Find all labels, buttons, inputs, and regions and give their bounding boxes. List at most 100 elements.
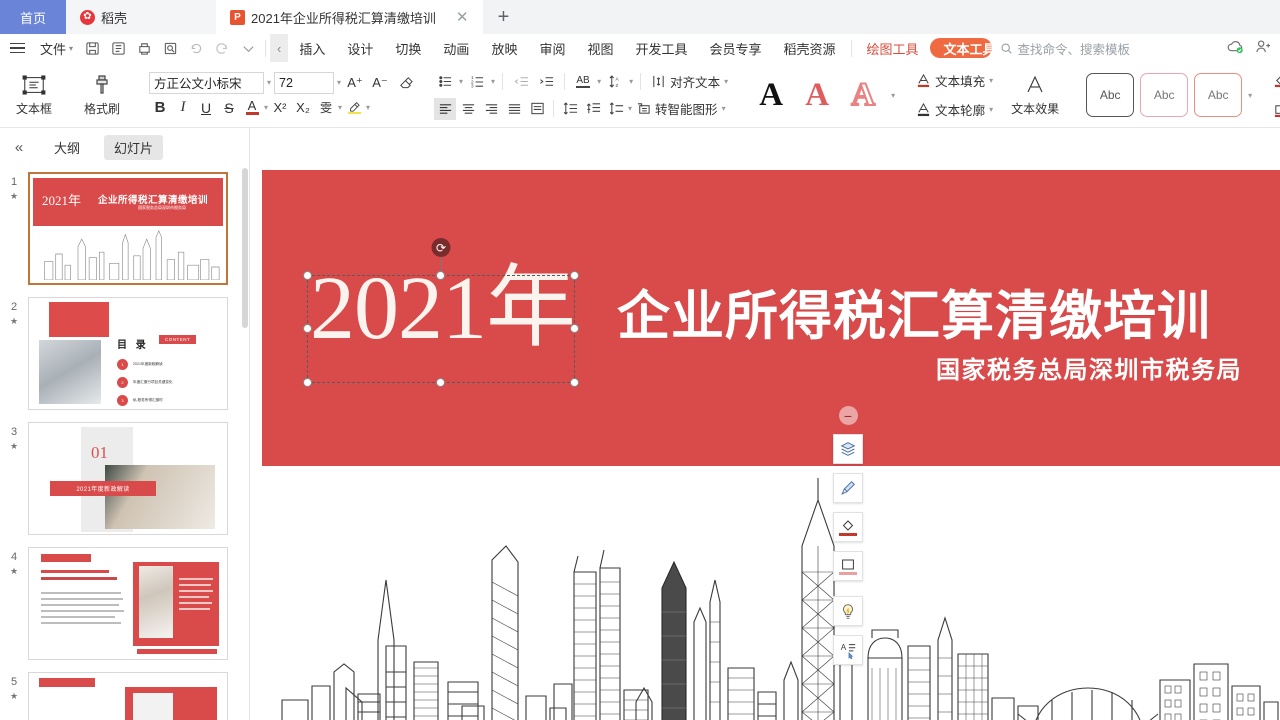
thumbnail-row-4[interactable]: 4 ★ xyxy=(0,535,250,660)
tab-outline[interactable]: 大纲 xyxy=(44,135,90,160)
slide-thumbnail-3[interactable]: 01 2021年度新政解读 xyxy=(28,422,228,535)
menu-item-docer-resources[interactable]: 稻壳资源 xyxy=(773,34,847,62)
print-preview-icon[interactable] xyxy=(157,36,183,60)
shape-outline-icon[interactable] xyxy=(833,551,863,581)
clear-format-icon[interactable] xyxy=(394,72,416,94)
font-color-dropdown-icon[interactable]: ▾ xyxy=(264,103,268,112)
undo-icon[interactable] xyxy=(183,36,209,60)
hamburger-menu-icon[interactable] xyxy=(10,38,30,58)
customize-quick-access-icon[interactable] xyxy=(235,36,261,60)
distribute-icon[interactable] xyxy=(526,98,548,120)
slide-title-text[interactable]: 企业所得税汇算清缴培训 xyxy=(617,274,1211,350)
handle-top-left[interactable] xyxy=(303,271,312,280)
align-center-icon[interactable] xyxy=(457,98,479,120)
slide-thumbnail-4[interactable] xyxy=(28,547,228,660)
numbering-dropdown-icon[interactable]: ▾ xyxy=(491,77,495,86)
file-menu-button[interactable]: 文件 ▾ xyxy=(34,39,79,58)
tab-slides[interactable]: 幻灯片 xyxy=(104,134,164,160)
layers-arrange-icon[interactable] xyxy=(833,434,863,464)
strikethrough-button[interactable]: S xyxy=(218,97,240,119)
wordart-style-2[interactable]: A xyxy=(795,73,839,117)
tab-home[interactable]: 首页 xyxy=(0,0,66,34)
menu-item-animations[interactable]: 动画 xyxy=(432,34,480,62)
handle-top-center[interactable] xyxy=(436,271,445,280)
align-left-icon[interactable] xyxy=(434,97,457,120)
superscript-button[interactable]: X² xyxy=(269,97,291,119)
format-painter-button[interactable]: 格式刷 xyxy=(73,66,131,124)
align-justify-icon[interactable] xyxy=(503,98,525,120)
handle-bottom-center[interactable] xyxy=(436,378,445,387)
subscript-button[interactable]: X₂ xyxy=(292,97,314,119)
bullet-dropdown-icon[interactable]: ▾ xyxy=(459,77,463,86)
slide-thumbnail-1[interactable]: 2021年 企业所得税汇算清缴培训 国家税务总局深圳市税务局 xyxy=(28,172,228,285)
char-spacing-dropdown-icon[interactable]: ▾ xyxy=(629,77,633,86)
format-painter-brush-icon[interactable] xyxy=(833,473,863,503)
close-icon[interactable]: ✕ xyxy=(442,8,469,26)
save-icon[interactable] xyxy=(79,36,105,60)
phonetic-dropdown-icon[interactable]: ▾ xyxy=(338,103,342,112)
context-tab-text-tools[interactable]: 文本工具 xyxy=(929,38,992,58)
grow-font-button[interactable]: A⁺ xyxy=(344,72,366,94)
shape-style-1[interactable]: Abc xyxy=(1086,73,1135,117)
textbox-button[interactable]: 文本框 xyxy=(5,66,63,124)
thumbnail-scrollbar[interactable] xyxy=(242,168,248,328)
handle-bottom-right[interactable] xyxy=(570,378,579,387)
text-select-icon[interactable]: A xyxy=(833,635,863,665)
align-right-icon[interactable] xyxy=(480,98,502,120)
new-tab-button[interactable]: + xyxy=(482,0,525,34)
decrease-indent-icon[interactable] xyxy=(510,71,532,93)
menu-item-view[interactable]: 视图 xyxy=(576,34,624,62)
thumbnail-row-5[interactable]: 5 ★ xyxy=(0,660,250,720)
font-color-button[interactable]: A xyxy=(241,97,263,119)
menu-item-slideshow[interactable]: 放映 xyxy=(480,34,528,62)
thumbnail-row-1[interactable]: 1 ★ 2021年 企业所得税汇算清缴培训 国家税务总局深圳市税务局 xyxy=(0,166,250,285)
font-name-input[interactable]: 方正公文小标宋 xyxy=(149,71,264,94)
handle-top-right[interactable] xyxy=(570,271,579,280)
italic-button[interactable]: I xyxy=(172,97,194,119)
line-spacing-alt-icon[interactable] xyxy=(605,98,627,120)
wordart-gallery-dropdown-icon[interactable]: ▾ xyxy=(891,91,895,100)
shape-fill-icon[interactable] xyxy=(833,512,863,542)
shape-outline-button[interactable]: 形状 xyxy=(1270,98,1280,122)
bold-button[interactable]: B xyxy=(149,97,171,119)
font-size-input[interactable]: 72 xyxy=(274,71,335,94)
collapse-toolbar-button[interactable]: − xyxy=(838,406,858,425)
cloud-sync-icon[interactable] xyxy=(1226,39,1245,57)
menu-item-member[interactable]: 会员专享 xyxy=(699,34,773,62)
share-user-icon[interactable] xyxy=(1255,39,1272,57)
thumbnail-row-3[interactable]: 3 ★ 01 2021年度新政解读 xyxy=(0,410,250,535)
line-spacing-icon[interactable] xyxy=(559,98,581,120)
phonetic-guide-button[interactable]: 雯 xyxy=(315,97,337,119)
font-name-dropdown-icon[interactable]: ▾ xyxy=(267,78,271,87)
thumbnail-row-2[interactable]: 2 ★ 目 录 CONTENT 1 2021年度新政解读 2 年度汇缴行项目关键变… xyxy=(0,285,250,410)
tab-docer[interactable]: ✿ 稻壳 xyxy=(66,0,216,34)
shape-style-2[interactable]: Abc xyxy=(1140,73,1189,117)
tab-presentation[interactable]: P 2021年企业所得税汇算清缴培训 ✕ xyxy=(216,0,483,34)
shape-style-gallery-dropdown-icon[interactable]: ▾ xyxy=(1248,91,1252,100)
menu-item-design[interactable]: 设计 xyxy=(336,34,384,62)
text-fill-button[interactable]: 文本填充 ▾ xyxy=(913,69,996,93)
font-size-dropdown-icon[interactable]: ▾ xyxy=(337,78,341,87)
bullet-list-icon[interactable] xyxy=(434,71,456,93)
increase-indent-icon[interactable] xyxy=(535,71,557,93)
slide-thumbnail-5[interactable] xyxy=(28,672,228,720)
align-text-button[interactable]: 对齐文本 ▾ xyxy=(648,70,731,94)
context-tab-drawing-tools[interactable]: 绘图工具 xyxy=(856,34,930,62)
floating-shape-toolbar[interactable]: − A xyxy=(833,406,863,665)
search-command-box[interactable]: 查找命令、搜索模板 xyxy=(1000,39,1130,58)
menu-item-transitions[interactable]: 切换 xyxy=(384,34,432,62)
menu-item-review[interactable]: 审阅 xyxy=(528,34,576,62)
redo-icon[interactable] xyxy=(209,36,235,60)
highlight-dropdown-icon[interactable]: ▾ xyxy=(366,103,370,112)
menu-item-insert[interactable]: 插入 xyxy=(288,34,336,62)
text-effects-button[interactable]: 文本效果 xyxy=(1002,66,1068,124)
menu-item-developer[interactable]: 开发工具 xyxy=(624,34,698,62)
slide-thumbnail-list[interactable]: 1 ★ 2021年 企业所得税汇算清缴培训 国家税务总局深圳市税务局 2 ★ 目… xyxy=(0,166,250,720)
slide-subtitle-text[interactable]: 国家税务总局深圳市税务局 xyxy=(936,350,1242,385)
save-as-icon[interactable] xyxy=(105,36,131,60)
underline-button[interactable]: U xyxy=(195,97,217,119)
double-chevron-left-icon[interactable]: « xyxy=(8,139,30,156)
rotate-icon[interactable]: ⟳ xyxy=(431,238,451,257)
convert-smartart-button[interactable]: 转智能图形 ▾ xyxy=(633,97,729,121)
shrink-font-button[interactable]: A⁻ xyxy=(369,72,391,94)
